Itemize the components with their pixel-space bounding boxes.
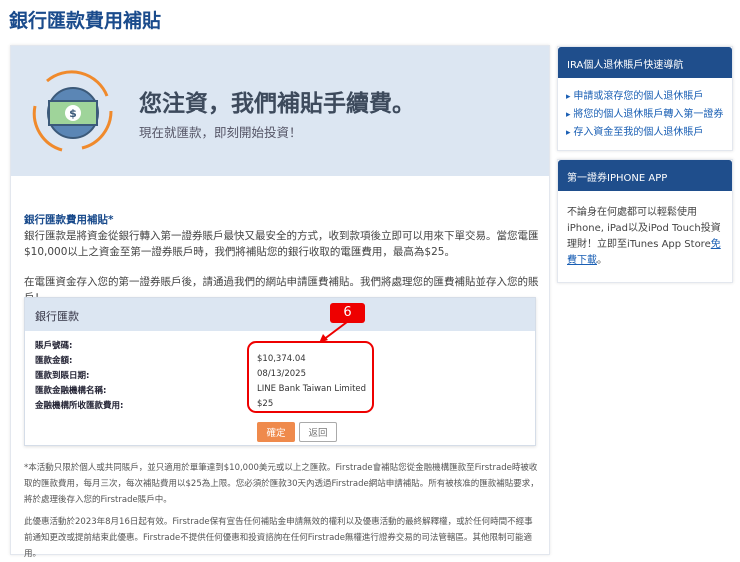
card-title: 銀行匯款 [25, 298, 535, 331]
field-label: 匯款到賬日期: [35, 371, 90, 381]
wire-form-card: 銀行匯款 賬戶號碼: 匯款金額: 匯款到賬日期: 匯款金融機構名稱: 金融機構所… [24, 297, 536, 446]
intro-section: 銀行匯款費用補貼* 銀行匯款是將資金從銀行轉入第一證券賬戶最快又最安全的方式，收… [24, 212, 539, 306]
banner-subtext: 現在就匯款，即刻開始投資！ [139, 125, 302, 140]
footnote-terms: *本活動只限於個人或共同賬戶，並只適用於單筆達到$10,000美元或以上之匯款。… [24, 463, 539, 505]
back-button[interactable]: 返回 [299, 422, 337, 442]
ira-nav-box: IRA個人退休賬戶快速導航 申請或滾存您的個人退休賬戶 將您的個人退休賬戶轉入第… [557, 46, 733, 151]
annotation-highlight-box [247, 341, 374, 413]
main-panel: $ 您注資，我們補貼手續費。 現在就匯款，即刻開始投資！ 銀行匯款費用補貼* 銀… [10, 45, 550, 559]
app-text-end: 。 [597, 255, 607, 266]
ira-nav-title: IRA個人退休賬戶快速導航 [558, 47, 732, 78]
svg-text:$: $ [69, 107, 77, 120]
field-label: 匯款金融機構名稱: [35, 386, 107, 396]
field-label: 匯款金額: [35, 356, 73, 366]
iphone-app-box: 第一證券IPHONE APP 不論身在何處都可以輕鬆使用iPhone, iPad… [557, 159, 733, 283]
field-label: 金融機構所收匯款費用: [35, 401, 124, 411]
banner-headline: 您注資，我們補貼手續費。 [139, 91, 415, 117]
footnote-validity: 此優惠活動於2023年8月16日起有效。Firstrade保有宣告任何補貼金申請… [24, 517, 533, 559]
promo-banner: $ 您注資，我們補貼手續費。 現在就匯款，即刻開始投資！ [11, 46, 549, 176]
app-box-title: 第一證券IPHONE APP [558, 160, 732, 191]
ira-link-open[interactable]: 申請或滾存您的個人退休賬戶 [573, 91, 703, 102]
field-label: 賬戶號碼: [35, 341, 73, 351]
intro-heading: 銀行匯款費用補貼* [24, 214, 114, 226]
app-description: 不論身在何處都可以輕鬆使用iPhone, iPad以及iPod Touch投資理… [567, 207, 721, 250]
ira-link-transfer[interactable]: 將您的個人退休賬戶轉入第一證券 [573, 109, 723, 120]
intro-paragraph: 銀行匯款是將資金從銀行轉入第一證券賬戶最快又最安全的方式，收到款項後立即可以用來… [24, 230, 539, 258]
confirm-button[interactable]: 確定 [257, 422, 295, 442]
money-transfer-icon: $ [32, 70, 113, 152]
annotation-arrow-icon [319, 321, 348, 343]
footnotes: *本活動只限於個人或共同賬戶，並只適用於單筆達到$10,000美元或以上之匯款。… [24, 460, 539, 562]
app-text: 不論身在何處都可以輕鬆使用iPhone, iPad以及iPod Touch投資理… [558, 191, 732, 283]
page-title: 銀行匯款費用補貼 [9, 10, 162, 32]
ira-link-deposit[interactable]: 存入資金至我的個人退休賬戶 [573, 127, 703, 138]
